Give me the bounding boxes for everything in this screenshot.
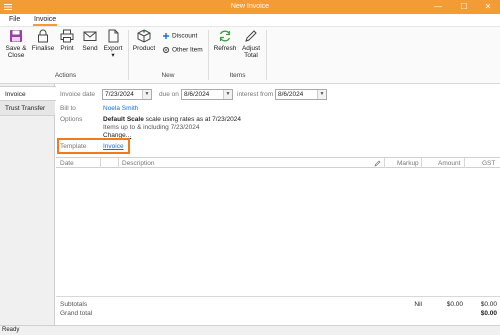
menu-bar: File Invoice [0, 14, 500, 26]
template-label: Template [60, 143, 87, 150]
tab-invoice[interactable]: Invoice [0, 86, 56, 101]
menu-file[interactable]: File [9, 16, 20, 23]
status-bar: Ready [0, 325, 500, 335]
product-button[interactable]: Product [132, 29, 156, 52]
finalise-label: Finalise [31, 45, 55, 52]
grand-total-value: $0.00 [480, 310, 497, 317]
lock-icon [38, 29, 48, 43]
due-on-label: due on [159, 91, 179, 98]
interest-from-field[interactable]: 8/6/2024 ▼ [275, 89, 327, 100]
group-label-items: Items [229, 72, 246, 79]
options-scale-rest: scale using rates as at 7/23/2024 [143, 116, 242, 123]
side-tabs: Invoice Trust Transfer [0, 84, 56, 325]
pencil-icon [245, 30, 257, 42]
save-close-label-2: Close [7, 52, 25, 59]
ribbon-separator [208, 30, 209, 80]
items-grid-header: Date Description Markup Amount GST [56, 157, 500, 168]
col-divider [421, 158, 422, 168]
col-header-description[interactable]: Description [122, 160, 155, 167]
save-icon [10, 30, 22, 42]
invoice-date-label: Invoice date [60, 91, 96, 98]
export-label: Export [103, 45, 123, 52]
print-button[interactable]: Print [57, 29, 77, 52]
refresh-label: Refresh [213, 45, 237, 52]
subtotal-amount: $0.00 [446, 301, 463, 308]
invoice-date-dropdown-icon[interactable]: ▼ [142, 90, 151, 99]
interest-from-value: 8/6/2024 [278, 91, 304, 98]
options-scale-name: Default Scale [103, 116, 144, 123]
refresh-icon [219, 30, 231, 42]
totals-divider [56, 296, 500, 297]
send-button[interactable]: Send [80, 29, 100, 52]
edit-icon[interactable] [374, 160, 381, 167]
save-close-label-1: Save & [5, 45, 27, 52]
refresh-button[interactable]: Refresh [213, 29, 237, 52]
ribbon: Save & Close Finalise Print Send Export [0, 26, 500, 84]
col-divider [100, 158, 101, 168]
due-on-field[interactable]: 8/6/2024 ▼ [181, 89, 233, 100]
template-link[interactable]: Invoice [103, 143, 124, 150]
ribbon-separator [128, 30, 129, 80]
printer-icon [60, 29, 74, 43]
grand-total-label: Grand total [60, 310, 93, 317]
invoice-date-value: 7/23/2024 [105, 91, 134, 98]
options-scale-text: Default Scale scale using rates as at 7/… [103, 116, 241, 123]
group-label-new: New [161, 72, 175, 79]
product-box-icon [137, 29, 151, 43]
document-icon [108, 29, 119, 43]
product-label: Product [132, 45, 156, 52]
save-close-button[interactable]: Save & Close [5, 29, 27, 59]
adjust-total-label-2: Total [244, 52, 258, 59]
discount-icon [163, 33, 169, 39]
interest-from-dropdown-icon[interactable]: ▼ [317, 90, 326, 99]
title-bar: New Invoice — ☐ ✕ [0, 0, 500, 14]
tab-trust-transfer[interactable]: Trust Transfer [0, 101, 55, 116]
discount-label: Discount [172, 32, 198, 40]
export-dropdown-arrow[interactable]: ▾ [111, 52, 114, 59]
menu-invoice[interactable]: Invoice [34, 16, 56, 23]
finalise-button[interactable]: Finalise [31, 29, 55, 52]
due-on-dropdown-icon[interactable]: ▼ [223, 90, 232, 99]
maximize-button[interactable]: ☐ [452, 0, 476, 14]
col-header-gst[interactable]: GST [482, 160, 495, 167]
bill-to-label: Bill to [60, 105, 76, 112]
col-divider [118, 158, 119, 168]
gear-icon [162, 46, 170, 54]
minimize-button[interactable]: — [426, 0, 450, 14]
window-title: New Invoice [230, 3, 270, 10]
col-divider [384, 158, 385, 168]
group-label-actions: Actions [54, 72, 77, 79]
col-header-markup[interactable]: Markup [397, 160, 419, 167]
options-label: Options [60, 116, 83, 123]
subtotals-label: Subtotals [60, 301, 88, 308]
subtotal-gst: $0.00 [480, 301, 497, 308]
due-on-value: 8/6/2024 [184, 91, 210, 98]
adjust-total-label-1: Adjust [241, 45, 261, 52]
interest-from-label: interest from [237, 91, 274, 98]
options-items-text: Items up to & including 7/23/2024 [103, 124, 200, 131]
invoice-date-field[interactable]: 7/23/2024 ▼ [102, 89, 152, 100]
subtotal-markup: Nil [414, 301, 422, 308]
close-button[interactable]: ✕ [476, 0, 500, 14]
other-item-label: Other Item [172, 46, 203, 54]
send-label: Send [82, 45, 98, 52]
col-divider [464, 158, 465, 168]
other-item-button[interactable]: Other Item [162, 46, 203, 54]
col-header-date[interactable]: Date [60, 160, 74, 167]
adjust-total-button[interactable]: Adjust Total [240, 29, 262, 59]
ribbon-separator [266, 30, 267, 80]
col-header-amount[interactable]: Amount [438, 160, 460, 167]
export-button[interactable]: Export ▾ [102, 29, 124, 59]
bill-to-link[interactable]: Noela Smith [103, 105, 138, 112]
invoice-form: Invoice date 7/23/2024 ▼ due on 8/6/2024… [56, 84, 500, 325]
discount-button[interactable]: Discount [162, 32, 197, 40]
print-label: Print [60, 45, 74, 52]
envelope-icon [83, 31, 97, 41]
